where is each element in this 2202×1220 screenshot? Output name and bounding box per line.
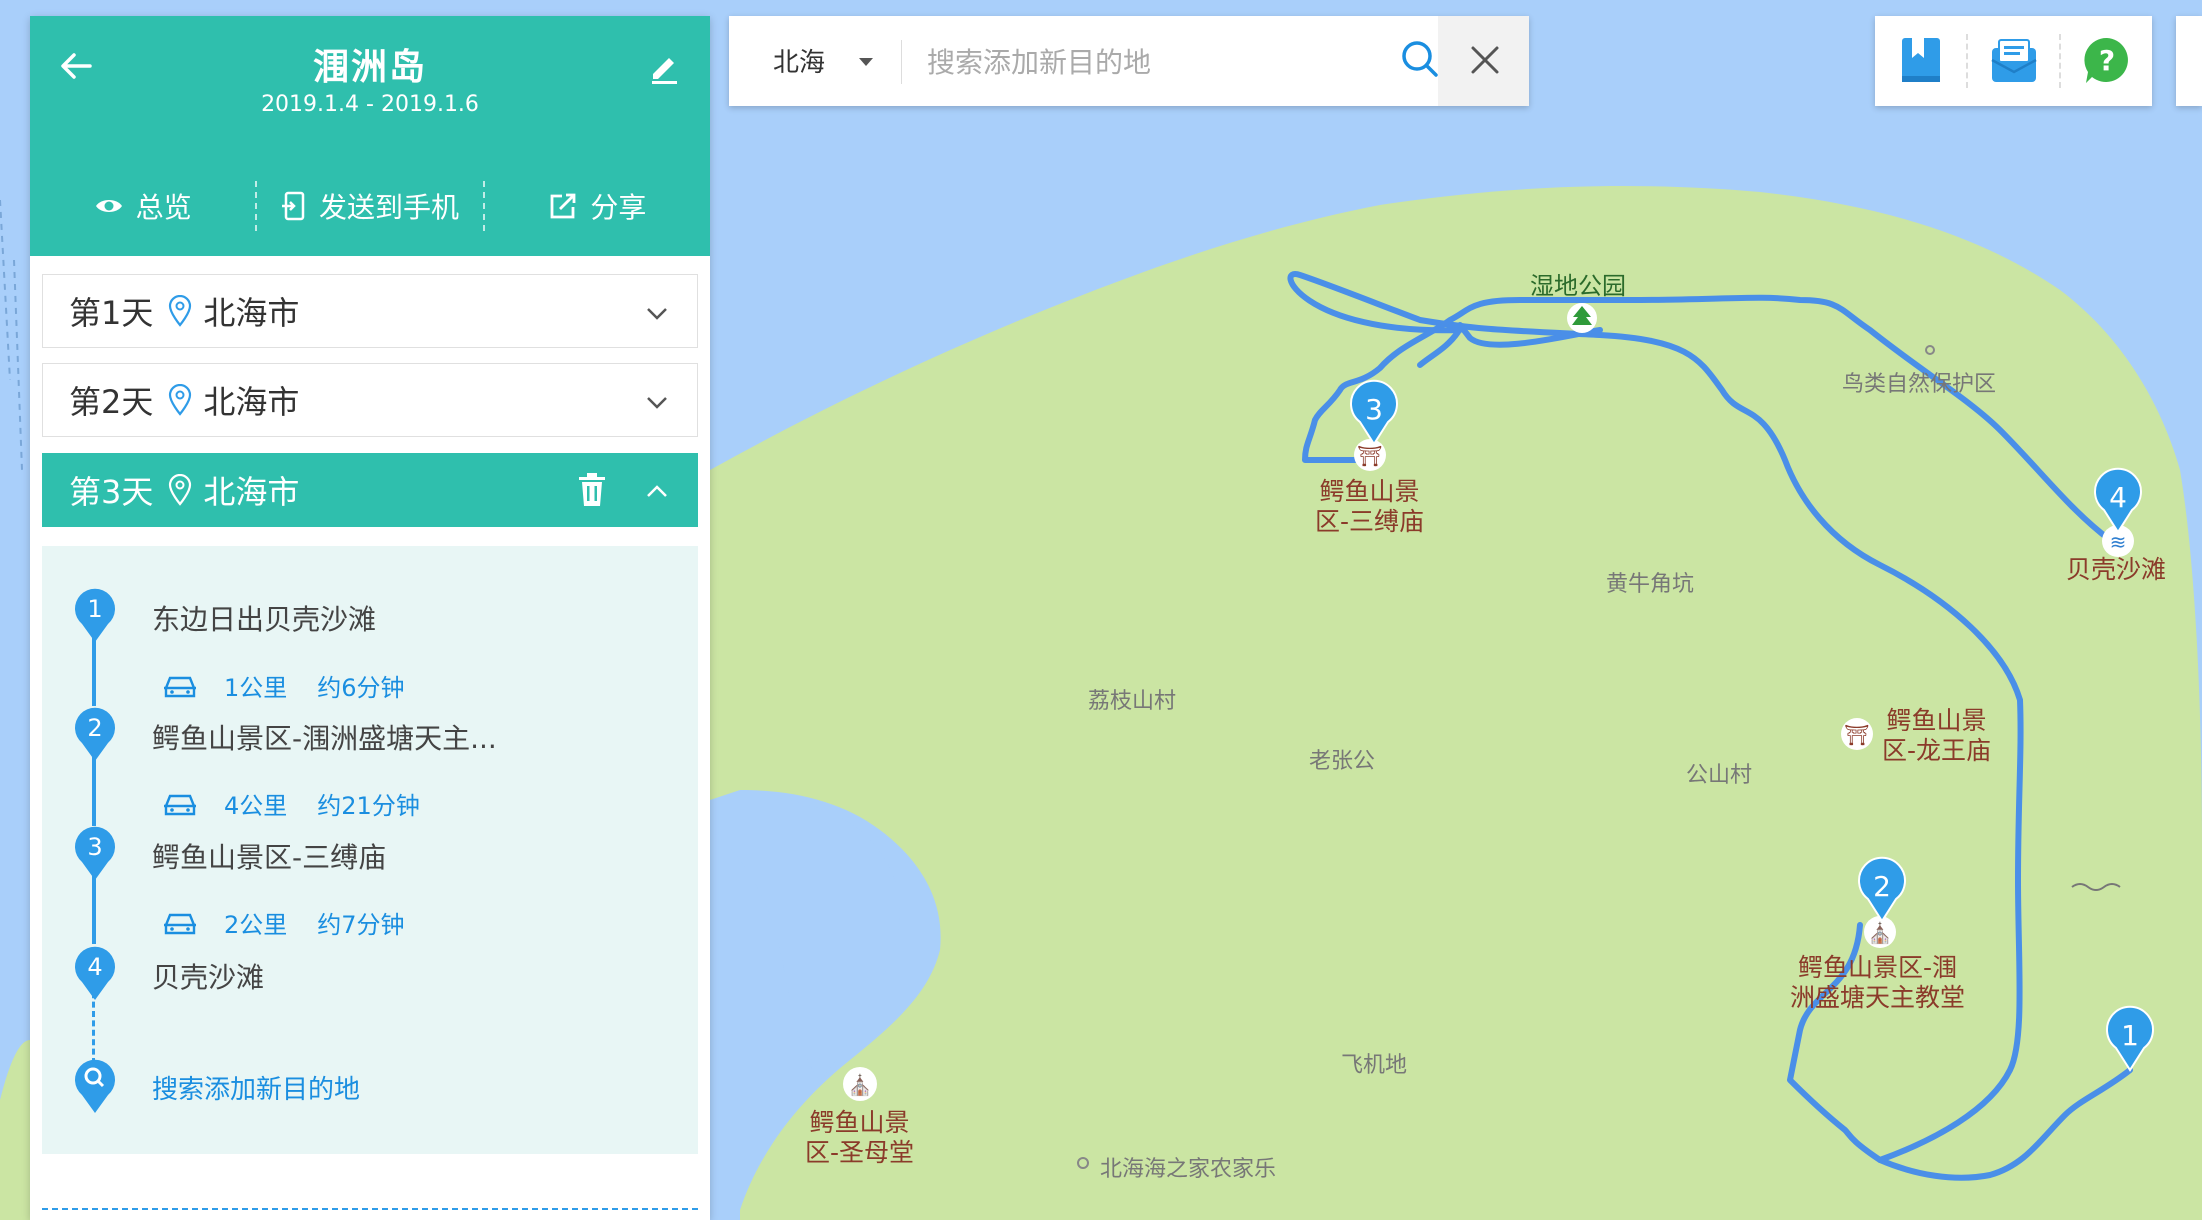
day-label: 第2天 <box>69 383 154 421</box>
share-label: 分享 <box>590 191 647 224</box>
chevron-down-icon <box>647 308 667 320</box>
segment-distance: 4公里 <box>224 792 288 820</box>
add-day-dashed-border <box>42 1208 698 1210</box>
location-pin-icon <box>169 295 192 327</box>
day-row-3[interactable]: 第3天 北海市 <box>42 453 698 527</box>
stop-marker-1[interactable]: 1 <box>72 584 118 644</box>
day-label: 第3天 <box>69 473 154 511</box>
overview-label: 总览 <box>135 191 192 224</box>
stop-marker-2[interactable]: 2 <box>72 703 118 763</box>
map-marker-number: 1 <box>2121 1019 2139 1052</box>
svg-text:1: 1 <box>87 595 102 623</box>
day-city: 北海市 <box>203 473 300 511</box>
label-poi-longwang: 鳄鱼山景 区-龙王庙 <box>1882 706 1992 765</box>
map-toolbar: ? <box>1875 16 2152 106</box>
stop-name[interactable]: 鳄鱼山景区-涠洲盛塘天主... <box>152 717 497 757</box>
label-gongshan: 公山村 <box>1686 763 1753 788</box>
eye-icon <box>95 200 122 212</box>
caret-down-icon[interactable] <box>857 56 875 68</box>
route-segment: 4公里 约21分钟 <box>162 786 420 821</box>
church-glyph: ⛪ <box>1868 921 1893 945</box>
phone-send-icon <box>281 191 305 221</box>
day3-itinerary: 1 东边日出贝壳沙滩 1公里 约6分钟 2 鳄鱼山景区-涠洲盛塘天主... 4公… <box>42 546 698 1154</box>
bookmark-button[interactable] <box>1875 16 1966 106</box>
stop-name[interactable]: 贝壳沙滩 <box>152 956 264 996</box>
day-row-1[interactable]: 第1天 北海市 <box>42 274 698 348</box>
overview-button[interactable]: 总览 <box>30 181 255 231</box>
city-select[interactable]: 北海 <box>773 42 825 79</box>
search-box: 北海 <box>729 16 1529 106</box>
help-icon: ? <box>2083 37 2128 83</box>
label-huangniujiaokeng: 黄牛角坑 <box>1606 572 1695 597</box>
trip-title: 涠洲岛 <box>312 47 427 88</box>
trip-actions: 总览 发送到手机 分享 <box>30 166 710 246</box>
church-glyph: ⛪ <box>848 1073 873 1097</box>
trash-icon[interactable] <box>575 472 609 508</box>
label-poi-sanfu: 鳄鱼山景 区-三缚庙 <box>1315 477 1425 536</box>
svg-text:3: 3 <box>87 833 102 861</box>
segment-distance: 2公里 <box>224 911 288 939</box>
day-city: 北海市 <box>203 383 300 421</box>
trip-header: 涠洲岛 2019.1.4 - 2019.1.6 总览 发送到手机 分享 <box>30 16 710 256</box>
svg-text:?: ? <box>2098 44 2114 77</box>
temple-glyph: ⛩ <box>1844 723 1869 747</box>
edit-pencil-icon[interactable] <box>644 46 684 86</box>
close-icon[interactable] <box>1438 16 1529 106</box>
segment-duration: 约7分钟 <box>317 911 405 939</box>
stop-marker-4[interactable]: 4 <box>72 942 118 1002</box>
chevron-up-icon[interactable] <box>643 478 671 506</box>
location-pin-icon <box>169 474 192 506</box>
label-farmstay: 北海海之家农家乐 <box>1100 1157 1277 1182</box>
day-row-2[interactable]: 第2天 北海市 <box>42 363 698 437</box>
label-bird-reserve: 鸟类自然保护区 <box>1842 372 1997 397</box>
label-wetland-park: 湿地公园 <box>1530 272 1626 300</box>
trip-sidebar: 涠洲岛 2019.1.4 - 2019.1.6 总览 发送到手机 分享 第1天 … <box>30 16 710 1220</box>
chevron-down-icon <box>647 397 667 409</box>
day-label: 第1天 <box>69 294 154 332</box>
label-beach: 贝壳沙滩 <box>2066 555 2167 584</box>
label-laozhanggong: 老张公 <box>1309 749 1376 774</box>
add-destination-link[interactable]: 搜索添加新目的地 <box>152 1069 360 1106</box>
stop-marker-3[interactable]: 3 <box>72 822 118 882</box>
label-airport: 飞机地 <box>1341 1053 1408 1078</box>
search-input[interactable] <box>925 38 1359 86</box>
car-icon <box>164 676 196 697</box>
send-to-phone-button[interactable]: 发送到手机 <box>257 181 482 231</box>
share-button[interactable]: 分享 <box>485 181 710 231</box>
segment-distance: 1公里 <box>224 674 288 702</box>
svg-text:4: 4 <box>87 953 102 981</box>
divider <box>901 40 902 84</box>
segment-duration: 约6分钟 <box>317 674 405 702</box>
map-marker-number: 4 <box>2109 481 2127 514</box>
stop-name[interactable]: 东边日出贝壳沙滩 <box>152 598 376 638</box>
bookmark-icon <box>1901 38 1940 82</box>
map-marker-number: 3 <box>1365 393 1383 426</box>
label-poi-church: 鳄鱼山景区-涠 洲盛塘天主教堂 <box>1790 953 1966 1012</box>
car-icon <box>164 794 196 815</box>
label-poi-shengmu: 鳄鱼山景 区-圣母堂 <box>805 1108 915 1167</box>
search-marker[interactable] <box>72 1055 118 1115</box>
temple-glyph: ⛩ <box>1357 444 1382 468</box>
route-segment: 2公里 约7分钟 <box>162 905 405 940</box>
map-marker-number: 2 <box>1873 870 1891 903</box>
help-button[interactable]: ? <box>2061 16 2152 106</box>
send-to-phone-label: 发送到手机 <box>318 191 459 224</box>
share-icon <box>550 193 576 219</box>
day-city: 北海市 <box>203 294 300 332</box>
message-button[interactable] <box>1968 16 2059 106</box>
label-lizhishan: 荔枝山村 <box>1088 689 1177 714</box>
svg-text:2: 2 <box>87 714 102 742</box>
car-icon <box>164 913 196 934</box>
trip-dates: 2019.1.4 - 2019.1.6 <box>261 92 479 117</box>
toolbar-edge-panel <box>2176 16 2202 106</box>
location-pin-icon <box>169 384 192 416</box>
route-segment: 1公里 约6分钟 <box>162 668 405 703</box>
stop-name[interactable]: 鳄鱼山景区-三缚庙 <box>152 836 386 876</box>
segment-duration: 约21分钟 <box>317 792 420 820</box>
message-icon <box>1990 39 2037 82</box>
